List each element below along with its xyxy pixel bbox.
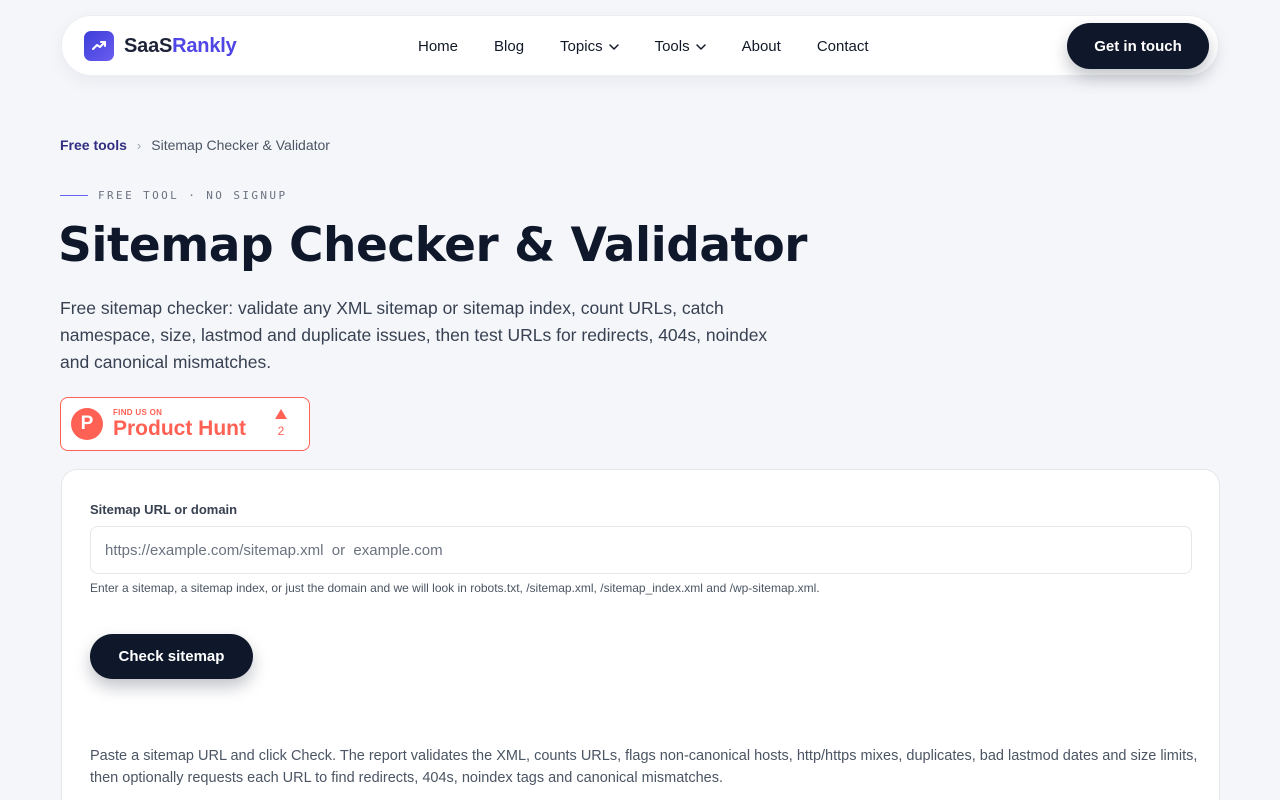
nav-blog-label: Blog <box>494 38 525 55</box>
product-hunt-badge[interactable]: P FIND US ON Product Hunt 2 <box>60 397 310 451</box>
chevron-down-icon <box>695 43 706 50</box>
nav-about-label: About <box>741 38 781 55</box>
sitemap-url-label: Sitemap URL or domain <box>90 502 238 517</box>
chevron-down-icon <box>608 43 619 50</box>
page-title: Sitemap Checker & Validator <box>58 218 808 273</box>
brand-name-part1: SaaS <box>124 34 173 57</box>
main-nav: Home Blog Topics Tools About Contact <box>418 16 905 77</box>
site-header: SaaSRankly Home Blog Topics Tools About … <box>61 15 1219 76</box>
sitemap-url-hint: Enter a sitemap, a sitemap index, or jus… <box>90 581 820 595</box>
nav-tools-dropdown[interactable]: Tools <box>655 38 706 55</box>
eyebrow-line <box>60 195 88 196</box>
nav-contact[interactable]: Contact <box>817 38 869 55</box>
sitemap-url-input[interactable] <box>90 526 1192 574</box>
eyebrow: FREE TOOL · NO SIGNUP <box>60 189 287 202</box>
nav-topics-dropdown[interactable]: Topics <box>560 38 619 55</box>
help-text: Paste a sitemap URL and click Check. The… <box>90 748 1198 786</box>
brand-logo[interactable]: SaaSRankly <box>84 31 237 61</box>
product-hunt-votes: 2 <box>275 409 287 438</box>
nav-home-label: Home <box>418 38 459 55</box>
eyebrow-text: FREE TOOL · NO SIGNUP <box>98 189 288 202</box>
breadcrumb: Free tools › Sitemap Checker & Validator <box>60 137 330 153</box>
nav-tools-label: Tools <box>654 38 690 55</box>
breadcrumb-separator: › <box>136 137 142 153</box>
nav-blog[interactable]: Blog <box>494 38 524 55</box>
page-description: Free sitemap checker: validate any XML s… <box>60 298 768 372</box>
vote-count: 2 <box>277 424 285 438</box>
product-hunt-text: FIND US ON Product Hunt <box>113 408 246 441</box>
nav-about[interactable]: About <box>742 38 781 55</box>
upvote-arrow-icon <box>275 409 287 419</box>
check-sitemap-button[interactable]: Check sitemap <box>90 634 253 679</box>
nav-topics-label: Topics <box>560 38 603 55</box>
sitemap-checker-card: Sitemap URL or domain Enter a sitemap, a… <box>61 469 1220 800</box>
get-in-touch-button[interactable]: Get in touch <box>1067 23 1209 69</box>
brand-name-part2: Rankly <box>172 34 237 57</box>
breadcrumb-current: Sitemap Checker & Validator <box>151 137 330 153</box>
nav-home[interactable]: Home <box>418 38 458 55</box>
nav-contact-label: Contact <box>816 38 869 55</box>
trending-up-icon <box>84 31 114 61</box>
product-hunt-logo-icon: P <box>71 408 103 440</box>
product-hunt-name: Product Hunt <box>113 416 246 440</box>
breadcrumb-free-tools-link[interactable]: Free tools <box>60 137 127 153</box>
product-hunt-small-text: FIND US ON <box>113 407 163 417</box>
brand-name: SaaSRankly <box>124 35 237 58</box>
